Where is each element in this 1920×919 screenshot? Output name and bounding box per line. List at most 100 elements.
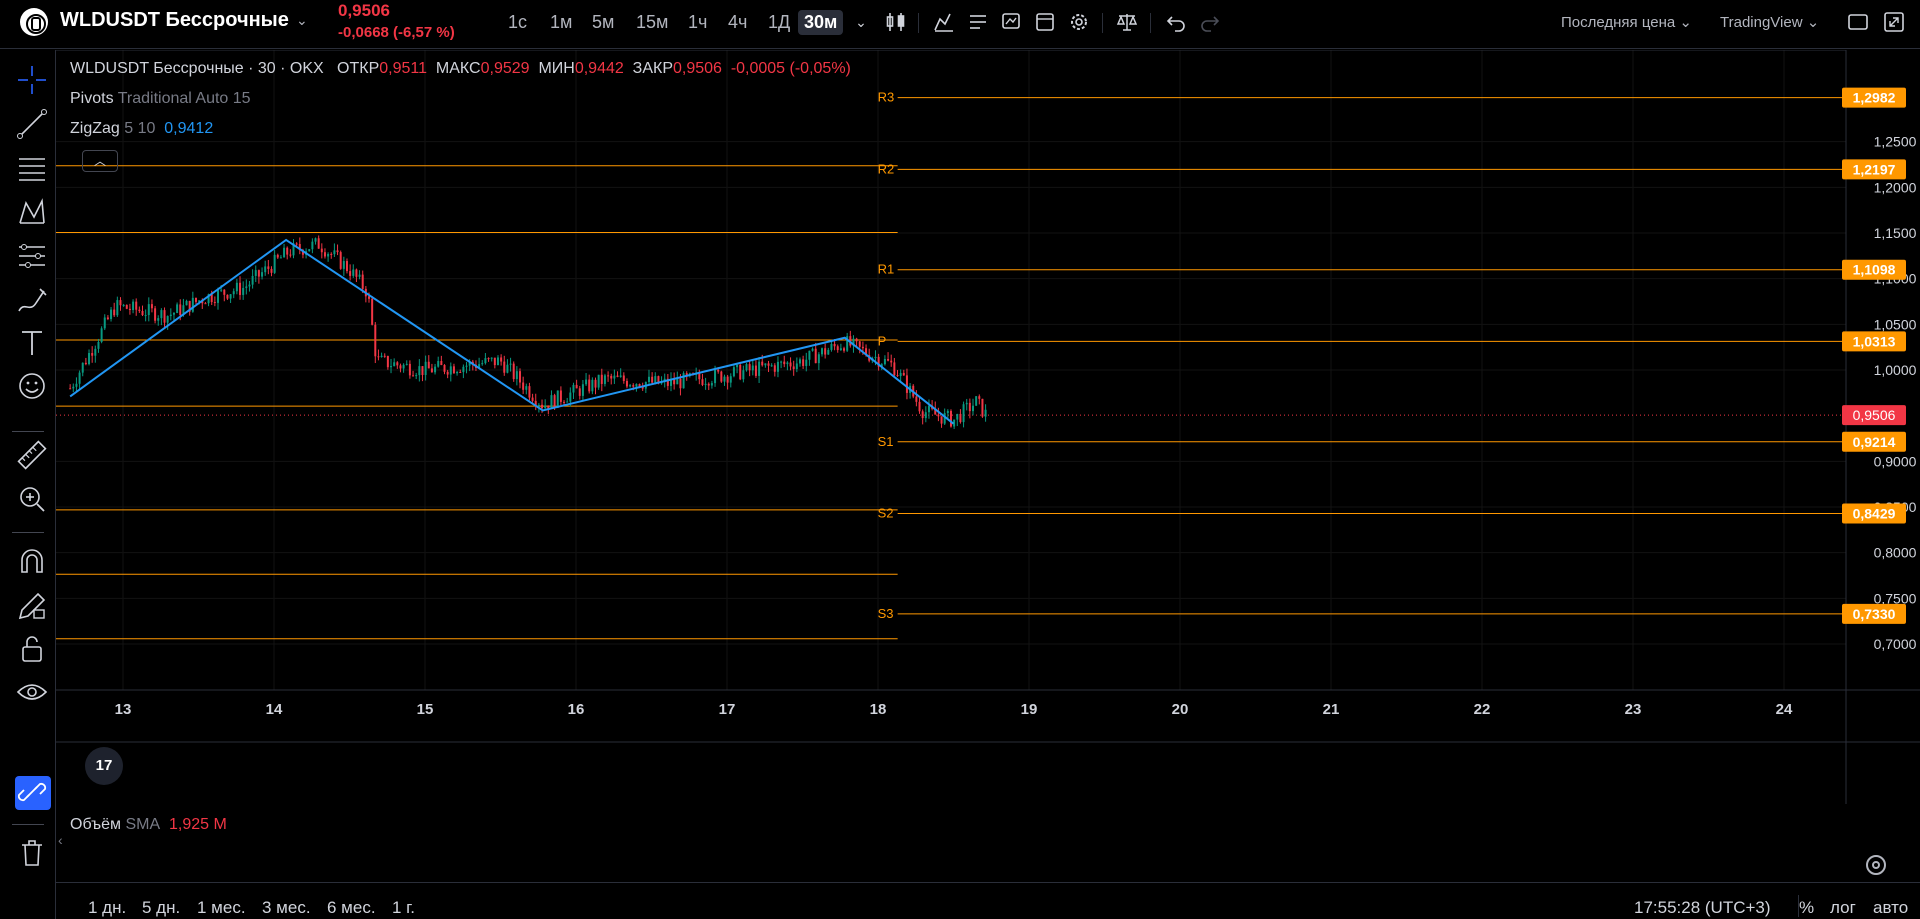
symbol-logo-icon[interactable] xyxy=(20,8,48,36)
zigzag-params: 5 10 xyxy=(124,120,156,137)
magnet-icon[interactable] xyxy=(14,544,54,580)
zoom-in-icon[interactable] xyxy=(14,481,54,517)
candle-body xyxy=(358,274,361,277)
candle-body xyxy=(559,390,562,402)
trend-line-icon[interactable] xyxy=(14,106,54,142)
draw-mode-icon[interactable] xyxy=(14,588,54,624)
chart-legend: WLDUSDT Бессрочные · 30 · OKX ОТКР0,9511… xyxy=(70,60,851,78)
trash-icon[interactable] xyxy=(14,835,54,871)
pivots-legend[interactable]: Pivots Traditional Auto 15 xyxy=(70,90,251,108)
range-1m[interactable]: 1 мес. xyxy=(197,898,246,918)
range-1y[interactable]: 1 г. xyxy=(392,898,415,918)
candle-body xyxy=(503,361,506,373)
pivot-price-label: 0,8429 xyxy=(1853,506,1896,522)
clock-timezone[interactable]: 17:55:28 (UTC+3) xyxy=(1634,898,1771,918)
timeframe-chevron-icon[interactable]: ⌄ xyxy=(849,10,873,34)
percent-scale-toggle[interactable]: % xyxy=(1799,898,1814,918)
candle-body xyxy=(204,303,207,305)
link-icon[interactable] xyxy=(14,774,54,810)
timeframe-1h[interactable]: 1ч xyxy=(682,10,713,35)
horizontal-lines-icon[interactable] xyxy=(14,151,54,187)
price-source-dropdown[interactable]: Последняя цена ⌄ xyxy=(1561,13,1692,31)
chevron-down-icon[interactable]: ⌄ xyxy=(296,12,308,29)
candle-body xyxy=(421,366,424,375)
candle-body xyxy=(487,358,490,360)
candle-body xyxy=(361,274,364,289)
tradingview-logo[interactable]: 17 xyxy=(85,747,123,785)
candle-body xyxy=(616,375,619,377)
candle-body xyxy=(603,375,606,384)
text-tool-icon[interactable] xyxy=(14,325,54,361)
timeframe-15m[interactable]: 15м xyxy=(630,10,674,35)
collapse-legend-button[interactable]: ︿ xyxy=(82,150,118,172)
undo-icon[interactable] xyxy=(1164,10,1188,34)
range-1d[interactable]: 1 дн. xyxy=(88,898,126,918)
time-axis[interactable]: 13 14 15 16 17 18 19 20 21 22 23 24 xyxy=(115,701,1793,718)
candle-body xyxy=(141,311,144,316)
zigzag xyxy=(69,238,955,425)
candle-body xyxy=(279,257,282,259)
price-tick-label: 1,0500 xyxy=(1874,316,1917,332)
candle-body xyxy=(795,363,798,370)
candle-type-icon[interactable] xyxy=(884,10,908,34)
compare-scale-icon[interactable] xyxy=(1115,10,1139,34)
range-6m[interactable]: 6 мес. xyxy=(327,898,376,918)
crosshair-icon[interactable] xyxy=(14,62,54,98)
candle-body xyxy=(415,375,418,377)
timeframe-1m[interactable]: 1м xyxy=(544,10,578,35)
pattern-icon[interactable] xyxy=(14,195,54,231)
price-axis[interactable]: 1,25001,20001,15001,10001,05001,00000,90… xyxy=(1842,87,1917,652)
eye-icon[interactable] xyxy=(14,674,54,710)
zigzag-legend[interactable]: ZigZag 5 10 0,9412 xyxy=(70,120,213,138)
candle-body xyxy=(805,359,808,366)
templates-icon[interactable] xyxy=(966,10,990,34)
candle-body xyxy=(94,348,97,356)
candle-body xyxy=(327,253,330,257)
chevron-left-icon[interactable]: ‹ xyxy=(58,832,63,848)
symbol-title[interactable]: WLDUSDT Бессрочные xyxy=(60,9,289,32)
price-chart[interactable]: R3R2R1PS1S2S3 1,25001,20001,15001,10001,… xyxy=(56,50,1920,804)
legend-high-label: МАКС xyxy=(435,60,481,77)
ruler-icon[interactable] xyxy=(14,437,54,473)
legend-title[interactable]: WLDUSDT Бессрочные · 30 · OKX xyxy=(70,60,324,77)
candle-body xyxy=(371,298,374,325)
legend-close-value: 0,9506 xyxy=(672,60,722,77)
timeframe-30m[interactable]: 30м xyxy=(798,10,844,35)
redo-icon[interactable] xyxy=(1198,10,1222,34)
alert-icon[interactable] xyxy=(999,10,1023,34)
expand-icon[interactable] xyxy=(1882,10,1906,34)
volume-legend[interactable]: Объём SMA 1,925 M xyxy=(70,816,227,834)
fib-tools-icon[interactable] xyxy=(14,238,54,274)
candle-body xyxy=(166,316,169,323)
timeframe-5m[interactable]: 5м xyxy=(586,10,620,35)
candle-body xyxy=(591,379,594,392)
legend-open-label: ОТКР xyxy=(337,60,380,77)
candle-body xyxy=(119,300,122,306)
range-5d[interactable]: 5 дн. xyxy=(142,898,180,918)
brush-icon[interactable] xyxy=(14,283,54,319)
indicators-icon[interactable] xyxy=(932,10,956,34)
lock-icon[interactable] xyxy=(14,631,54,667)
candle-body xyxy=(408,363,411,376)
candle-body xyxy=(619,375,622,377)
chart-area[interactable]: R3R2R1PS1S2S3 1,25001,20001,15001,10001,… xyxy=(56,50,1920,833)
candle-body xyxy=(647,376,650,382)
log-scale-toggle[interactable]: лог xyxy=(1830,898,1856,918)
timeframe-1s[interactable]: 1с xyxy=(502,10,533,35)
settings-gear-icon[interactable] xyxy=(1067,10,1091,34)
candle-body xyxy=(446,371,449,375)
fullscreen-window-icon[interactable] xyxy=(1846,10,1870,34)
candle-body xyxy=(959,413,962,423)
candle-body xyxy=(132,301,135,311)
platform-dropdown[interactable]: TradingView ⌄ xyxy=(1720,13,1819,31)
candle-body xyxy=(185,300,188,306)
candle-body xyxy=(235,282,238,292)
timeframe-4h[interactable]: 4ч xyxy=(722,10,753,35)
emoji-icon[interactable] xyxy=(14,368,54,404)
replay-icon[interactable] xyxy=(1033,10,1057,34)
auto-scale-toggle[interactable]: авто xyxy=(1873,898,1908,918)
range-3m[interactable]: 3 мес. xyxy=(262,898,311,918)
timeframe-1d[interactable]: 1Д xyxy=(762,10,796,35)
chart-settings-icon[interactable] xyxy=(1866,855,1886,875)
pivot-label-s1: S1 xyxy=(878,434,894,449)
